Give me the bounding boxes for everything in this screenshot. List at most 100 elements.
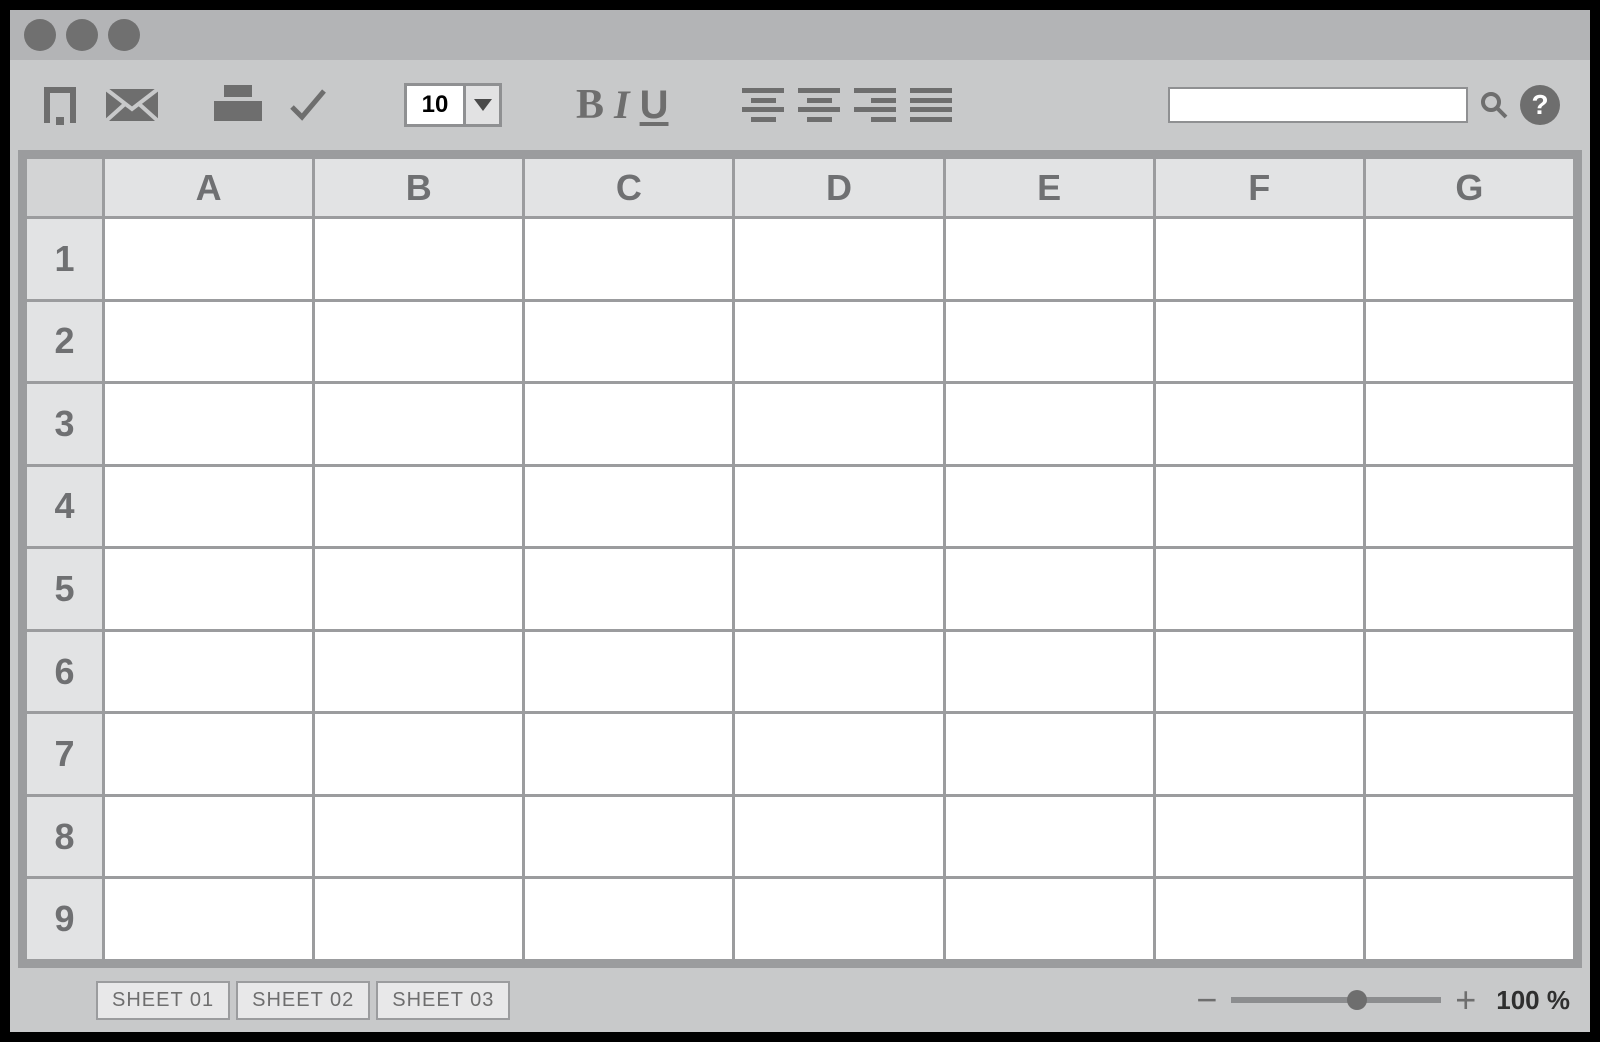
cell-C5[interactable]: [524, 548, 734, 631]
cell-B7[interactable]: [314, 713, 524, 796]
row-header-3[interactable]: 3: [26, 383, 104, 466]
zoom-slider-thumb[interactable]: [1347, 990, 1367, 1010]
cell-E4[interactable]: [944, 465, 1154, 548]
sheet-tab-1[interactable]: SHEET 01: [96, 981, 230, 1020]
cell-E2[interactable]: [944, 300, 1154, 383]
cell-D3[interactable]: [734, 383, 944, 466]
cell-B2[interactable]: [314, 300, 524, 383]
cell-F5[interactable]: [1154, 548, 1364, 631]
cell-A4[interactable]: [104, 465, 314, 548]
cell-B4[interactable]: [314, 465, 524, 548]
cell-F8[interactable]: [1154, 795, 1364, 878]
cell-D8[interactable]: [734, 795, 944, 878]
align-justify-button[interactable]: [910, 88, 952, 122]
cell-A8[interactable]: [104, 795, 314, 878]
column-header-D[interactable]: D: [734, 158, 944, 218]
cell-format-button[interactable]: [1026, 90, 1091, 120]
cell-D6[interactable]: [734, 630, 944, 713]
cell-C2[interactable]: [524, 300, 734, 383]
cell-G8[interactable]: [1364, 795, 1574, 878]
font-size-dropdown[interactable]: [463, 86, 499, 124]
cell-E9[interactable]: [944, 878, 1154, 961]
cell-C7[interactable]: [524, 713, 734, 796]
align-center-button[interactable]: [798, 88, 840, 122]
cell-B8[interactable]: [314, 795, 524, 878]
cell-B3[interactable]: [314, 383, 524, 466]
zoom-out-button[interactable]: −: [1192, 979, 1221, 1021]
cell-F3[interactable]: [1154, 383, 1364, 466]
cell-B5[interactable]: [314, 548, 524, 631]
zoom-slider[interactable]: [1231, 997, 1441, 1003]
row-header-8[interactable]: 8: [26, 795, 104, 878]
cell-A6[interactable]: [104, 630, 314, 713]
bold-button[interactable]: B: [576, 81, 604, 129]
align-left-button[interactable]: [742, 88, 784, 122]
row-header-6[interactable]: 6: [26, 630, 104, 713]
cell-C4[interactable]: [524, 465, 734, 548]
cell-D2[interactable]: [734, 300, 944, 383]
row-header-9[interactable]: 9: [26, 878, 104, 961]
cell-C8[interactable]: [524, 795, 734, 878]
cell-E7[interactable]: [944, 713, 1154, 796]
save-button[interactable]: [38, 83, 82, 127]
search-input[interactable]: [1168, 87, 1468, 123]
cell-A5[interactable]: [104, 548, 314, 631]
cell-C3[interactable]: [524, 383, 734, 466]
cell-E1[interactable]: [944, 218, 1154, 301]
italic-button[interactable]: I: [614, 81, 630, 128]
column-header-C[interactable]: C: [524, 158, 734, 218]
select-all-corner[interactable]: [26, 158, 104, 218]
cell-D7[interactable]: [734, 713, 944, 796]
zoom-in-button[interactable]: +: [1451, 979, 1480, 1021]
cell-C6[interactable]: [524, 630, 734, 713]
sheet-tab-3[interactable]: SHEET 03: [376, 981, 510, 1020]
cell-A3[interactable]: [104, 383, 314, 466]
cell-G9[interactable]: [1364, 878, 1574, 961]
cell-D1[interactable]: [734, 218, 944, 301]
column-header-G[interactable]: G: [1364, 158, 1574, 218]
help-button[interactable]: ?: [1520, 85, 1560, 125]
cell-D9[interactable]: [734, 878, 944, 961]
cell-G1[interactable]: [1364, 218, 1574, 301]
row-header-7[interactable]: 7: [26, 713, 104, 796]
cell-E8[interactable]: [944, 795, 1154, 878]
cell-G6[interactable]: [1364, 630, 1574, 713]
row-header-4[interactable]: 4: [26, 465, 104, 548]
cell-G5[interactable]: [1364, 548, 1574, 631]
cell-G2[interactable]: [1364, 300, 1574, 383]
cell-B6[interactable]: [314, 630, 524, 713]
row-header-2[interactable]: 2: [26, 300, 104, 383]
window-control-close[interactable]: [24, 19, 56, 51]
confirm-button[interactable]: [286, 83, 330, 127]
sheet-tab-2[interactable]: SHEET 02: [236, 981, 370, 1020]
cell-G3[interactable]: [1364, 383, 1574, 466]
column-header-F[interactable]: F: [1154, 158, 1364, 218]
column-header-B[interactable]: B: [314, 158, 524, 218]
cell-B1[interactable]: [314, 218, 524, 301]
window-control-minimize[interactable]: [66, 19, 98, 51]
cell-A1[interactable]: [104, 218, 314, 301]
cell-D4[interactable]: [734, 465, 944, 548]
cell-F6[interactable]: [1154, 630, 1364, 713]
cell-E5[interactable]: [944, 548, 1154, 631]
cell-G7[interactable]: [1364, 713, 1574, 796]
cell-E6[interactable]: [944, 630, 1154, 713]
column-header-A[interactable]: A: [104, 158, 314, 218]
cell-F4[interactable]: [1154, 465, 1364, 548]
cell-C9[interactable]: [524, 878, 734, 961]
cell-A2[interactable]: [104, 300, 314, 383]
cell-F9[interactable]: [1154, 878, 1364, 961]
window-control-maximize[interactable]: [108, 19, 140, 51]
print-button[interactable]: [212, 83, 264, 127]
row-header-5[interactable]: 5: [26, 548, 104, 631]
cell-C1[interactable]: [524, 218, 734, 301]
cell-F7[interactable]: [1154, 713, 1364, 796]
cell-E3[interactable]: [944, 383, 1154, 466]
mail-button[interactable]: [104, 85, 160, 125]
row-header-1[interactable]: 1: [26, 218, 104, 301]
cell-D5[interactable]: [734, 548, 944, 631]
cell-F2[interactable]: [1154, 300, 1364, 383]
cell-B9[interactable]: [314, 878, 524, 961]
cell-A9[interactable]: [104, 878, 314, 961]
underline-button[interactable]: U: [640, 83, 669, 128]
